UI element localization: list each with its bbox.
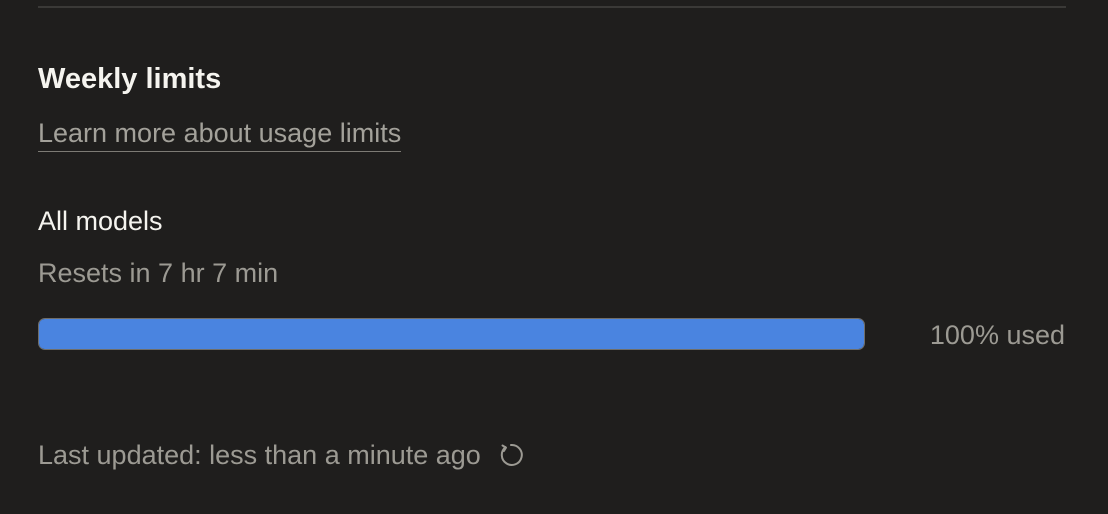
- usage-progress-fill: [39, 319, 864, 349]
- last-updated-text: Last updated: less than a minute ago: [38, 440, 481, 470]
- section-divider: [38, 6, 1066, 8]
- model-label: All models: [38, 206, 163, 236]
- refresh-icon[interactable]: [497, 441, 525, 469]
- learn-more-link[interactable]: Learn more about usage limits: [38, 115, 402, 152]
- section-title: Weekly limits: [38, 63, 222, 95]
- last-updated-row: Last updated: less than a minute ago: [38, 437, 525, 473]
- usage-percent-label: 100% used: [929, 320, 1065, 350]
- reset-time-text: Resets in 7 hr 7 min: [38, 258, 279, 288]
- usage-progress-bar: [38, 318, 865, 350]
